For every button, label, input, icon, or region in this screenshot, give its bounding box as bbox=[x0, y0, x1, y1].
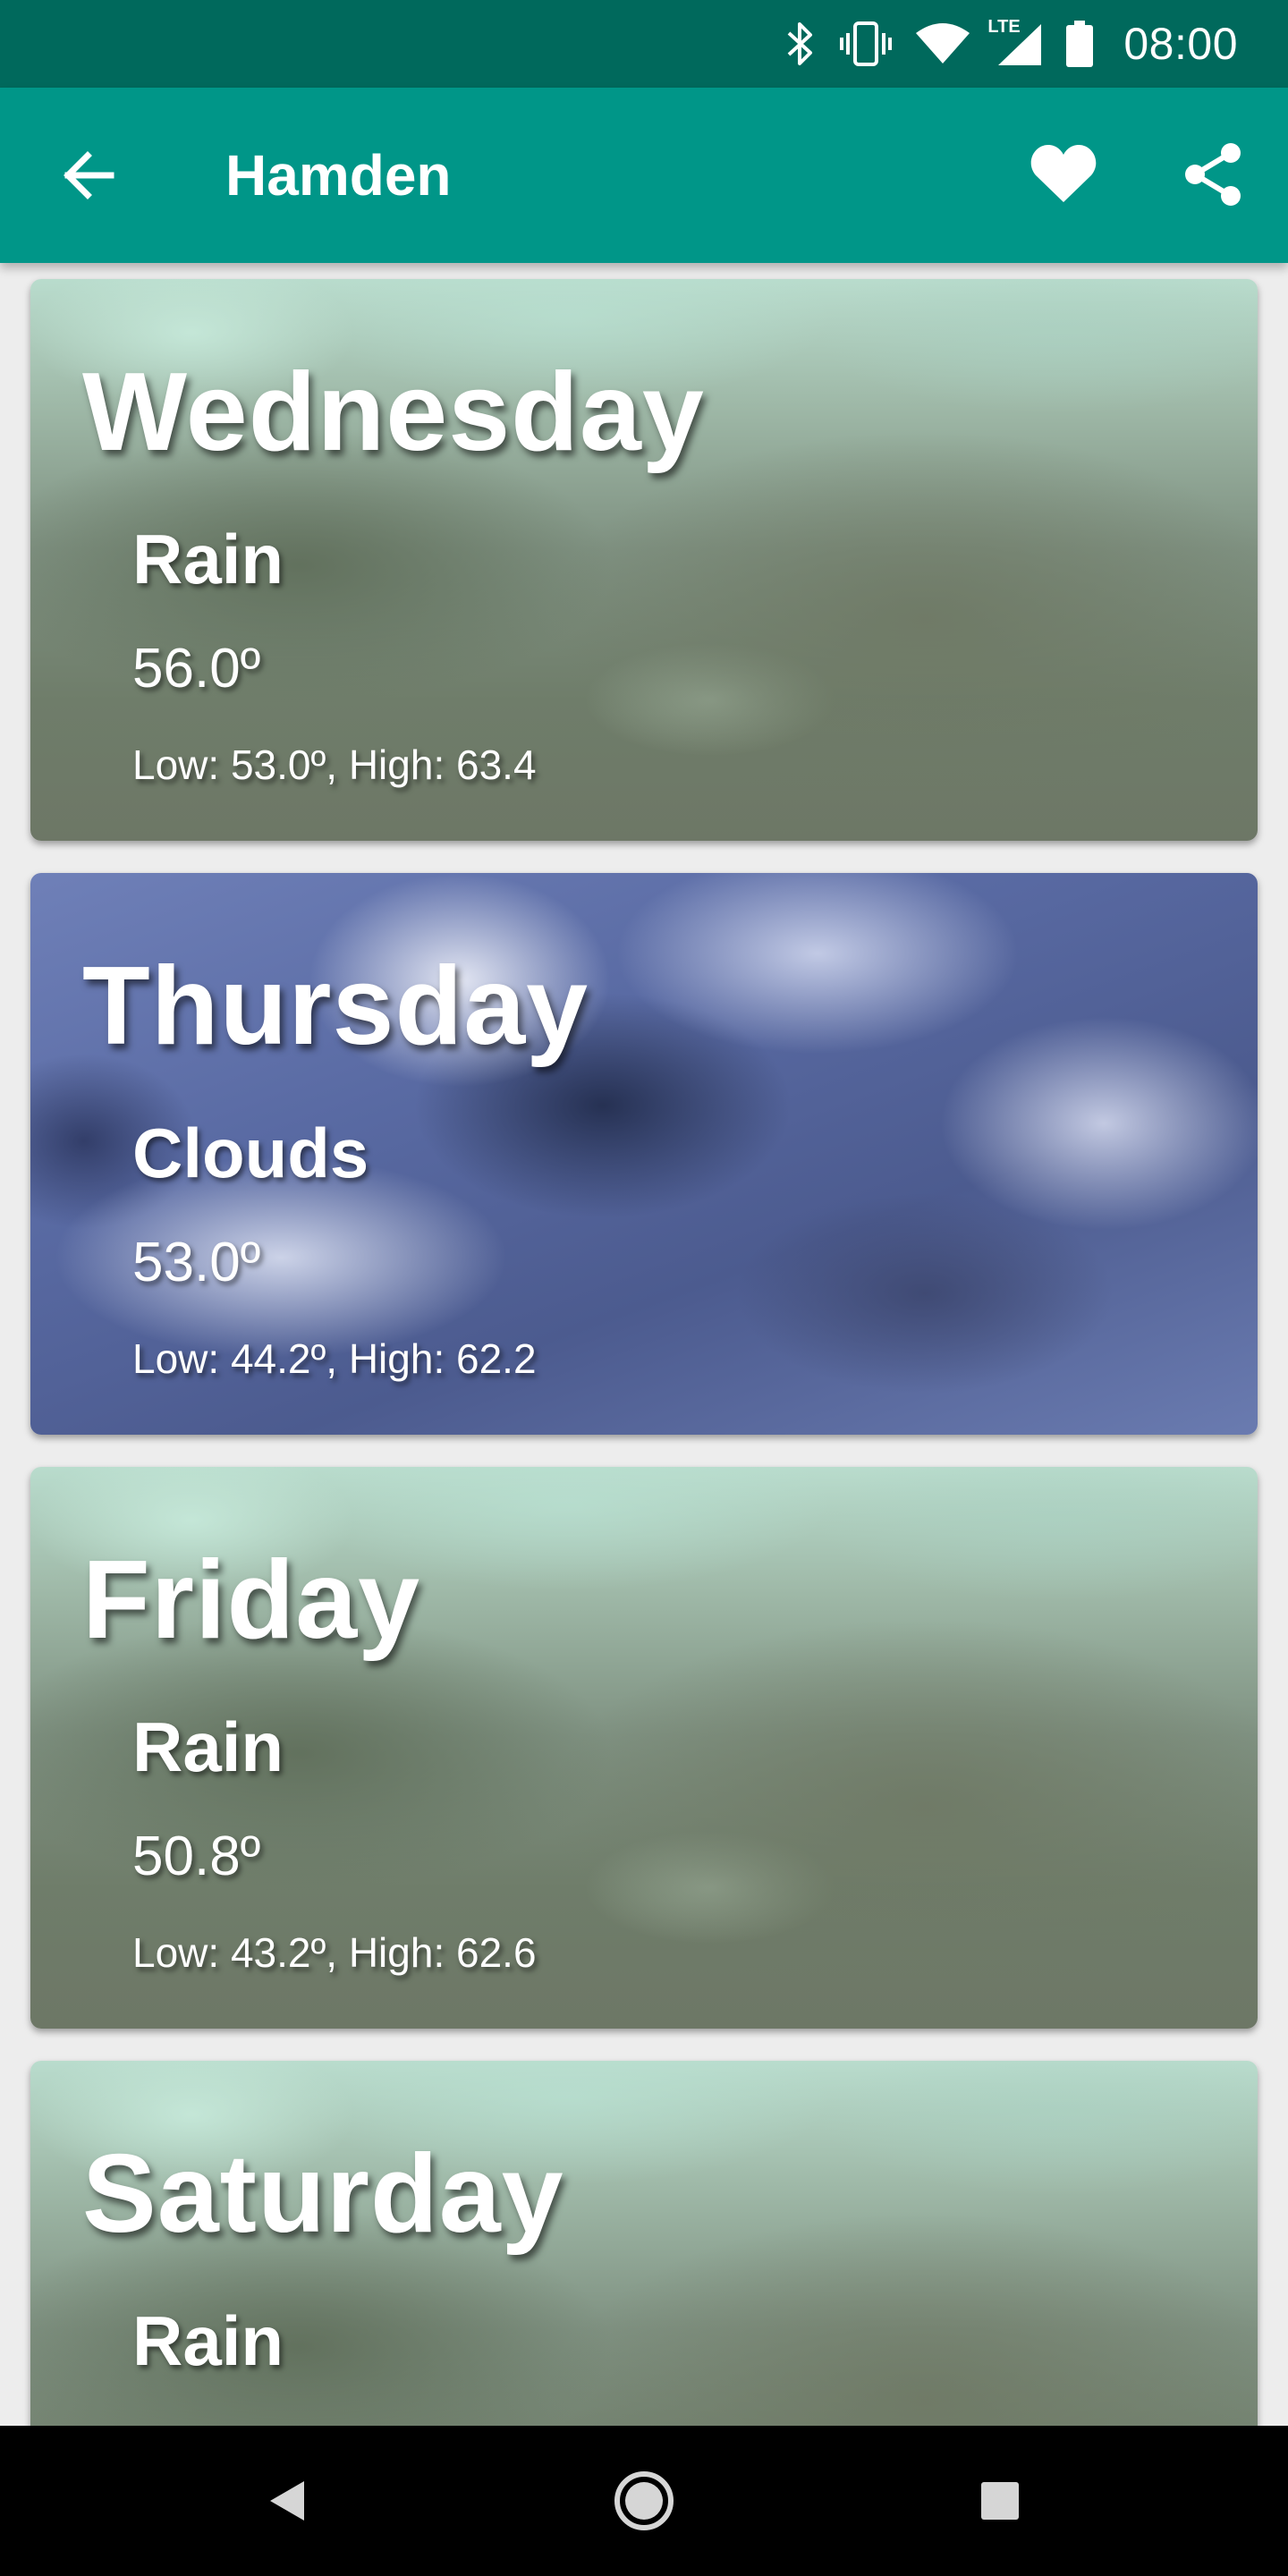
arrow-back-icon bbox=[64, 151, 114, 199]
bluetooth-icon bbox=[785, 21, 816, 67]
share-icon bbox=[1185, 143, 1241, 206]
weather-condition: Rain bbox=[132, 520, 284, 598]
temperature: 56.0º bbox=[132, 638, 261, 699]
nav-recents-button[interactable] bbox=[955, 2456, 1045, 2546]
temperature-range: Low: 43.2º, High: 62.6 bbox=[132, 1929, 537, 1976]
weather-condition: Rain bbox=[132, 2301, 284, 2380]
weather-condition: Rain bbox=[132, 1707, 284, 1786]
day-name: Wednesday bbox=[82, 351, 705, 474]
home-circle-icon bbox=[614, 2471, 674, 2530]
temperature-range: Low: 53.0º, High: 63.4 bbox=[132, 741, 537, 788]
network-label: LTE bbox=[987, 17, 1021, 37]
temperature: 50.8º bbox=[132, 1826, 261, 1887]
status-bar: LTE 08:00 bbox=[0, 0, 1288, 88]
wifi-icon bbox=[916, 22, 970, 65]
day-name: Thursday bbox=[82, 945, 589, 1068]
back-triangle-icon bbox=[270, 2481, 304, 2521]
heart-icon bbox=[1030, 145, 1097, 202]
recents-square-icon bbox=[981, 2482, 1019, 2520]
temperature-range: Low: 44.2º, High: 62.2 bbox=[132, 1335, 537, 1382]
screen: LTE 08:00 Hamden Wednesday Rain 56.0º Lo… bbox=[0, 0, 1288, 2576]
day-name: Saturday bbox=[82, 2132, 564, 2256]
forecast-card-saturday[interactable]: Saturday Rain bbox=[30, 2061, 1258, 2426]
temperature: 53.0º bbox=[132, 1232, 261, 1293]
status-time: 08:00 bbox=[1123, 19, 1238, 69]
back-button[interactable] bbox=[54, 141, 122, 209]
weather-condition: Clouds bbox=[132, 1114, 369, 1192]
page-title: Hamden bbox=[225, 143, 452, 208]
share-button[interactable] bbox=[1177, 136, 1249, 213]
nav-back-button[interactable] bbox=[242, 2456, 331, 2546]
battery-icon bbox=[1066, 21, 1094, 67]
forecast-card-wednesday[interactable]: Wednesday Rain 56.0º Low: 53.0º, High: 6… bbox=[30, 279, 1258, 841]
day-name: Friday bbox=[82, 1538, 421, 1662]
forecast-card-thursday[interactable]: Thursday Clouds 53.0º Low: 44.2º, High: … bbox=[30, 873, 1258, 1435]
vibrate-icon bbox=[839, 21, 893, 67]
lte-signal-icon: LTE bbox=[987, 17, 1043, 67]
nav-home-button[interactable] bbox=[599, 2456, 689, 2546]
favorite-button[interactable] bbox=[1025, 136, 1102, 213]
forecast-list[interactable]: Wednesday Rain 56.0º Low: 53.0º, High: 6… bbox=[0, 263, 1288, 2426]
app-bar: Hamden bbox=[0, 88, 1288, 263]
forecast-card-friday[interactable]: Friday Rain 50.8º Low: 43.2º, High: 62.6 bbox=[30, 1467, 1258, 2029]
navigation-bar bbox=[0, 2426, 1288, 2576]
